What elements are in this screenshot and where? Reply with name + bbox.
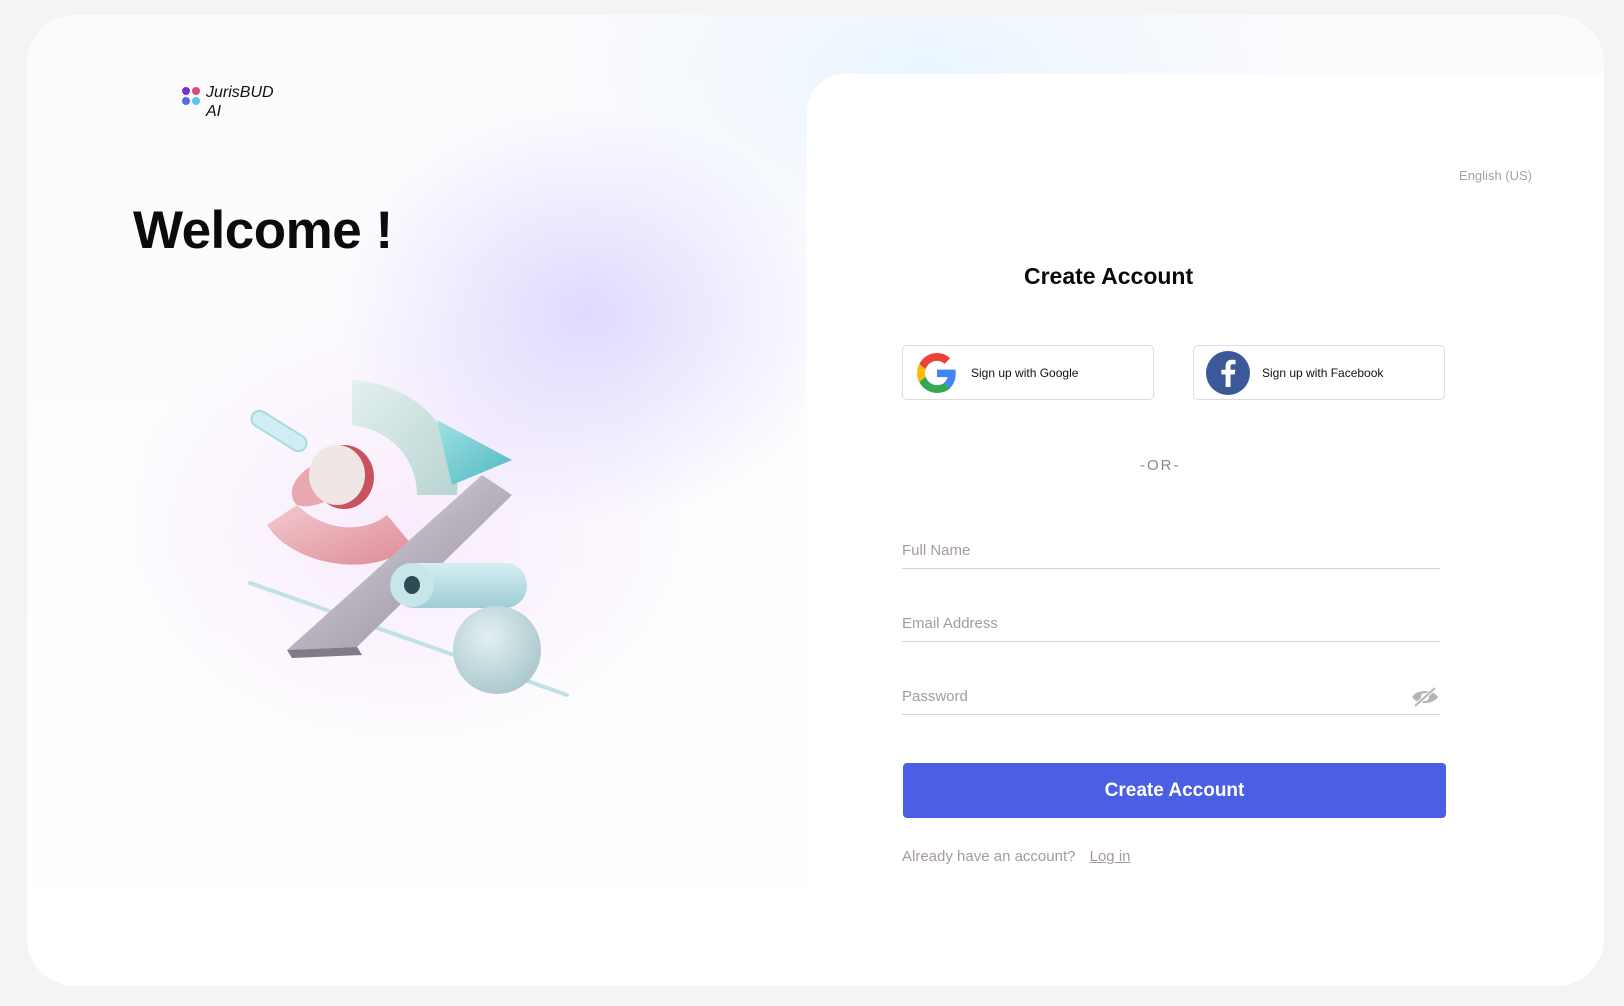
password-input[interactable] bbox=[902, 678, 1440, 714]
google-icon bbox=[915, 351, 959, 395]
login-link[interactable]: Log in bbox=[1090, 848, 1131, 865]
abstract-3d-illustration bbox=[248, 380, 569, 697]
full-name-field bbox=[902, 532, 1440, 569]
facebook-icon bbox=[1206, 350, 1250, 395]
page-frame: JurisBUD AI Welcome ! English (US) Creat… bbox=[27, 15, 1604, 986]
facebook-signup-label: Sign up with Facebook bbox=[1262, 365, 1384, 380]
form-title: Create Account bbox=[1024, 263, 1194, 289]
full-name-input[interactable] bbox=[902, 532, 1440, 568]
google-signup-button[interactable]: Sign up with Google bbox=[902, 345, 1154, 400]
google-signup-label: Sign up with Google bbox=[971, 365, 1079, 380]
email-field bbox=[902, 605, 1440, 642]
signup-panel: English (US) Create Account Sign up with… bbox=[807, 74, 1604, 986]
brand-name: JurisBUD AI bbox=[206, 84, 274, 120]
login-prompt-text: Already have an account? bbox=[902, 848, 1076, 865]
brand-logo: JurisBUD AI bbox=[182, 83, 286, 121]
facebook-signup-button[interactable]: Sign up with Facebook bbox=[1193, 345, 1445, 400]
or-divider: -OR- bbox=[1140, 457, 1181, 474]
login-prompt: Already have an account? Log in bbox=[902, 848, 1131, 865]
welcome-heading: Welcome ! bbox=[133, 201, 393, 260]
logo-icon bbox=[182, 87, 200, 105]
language-selector[interactable]: English (US) bbox=[1459, 168, 1532, 183]
create-account-button[interactable]: Create Account bbox=[903, 763, 1446, 818]
eye-slash-icon[interactable] bbox=[1410, 686, 1440, 708]
email-input[interactable] bbox=[902, 605, 1440, 641]
password-field bbox=[902, 678, 1440, 715]
